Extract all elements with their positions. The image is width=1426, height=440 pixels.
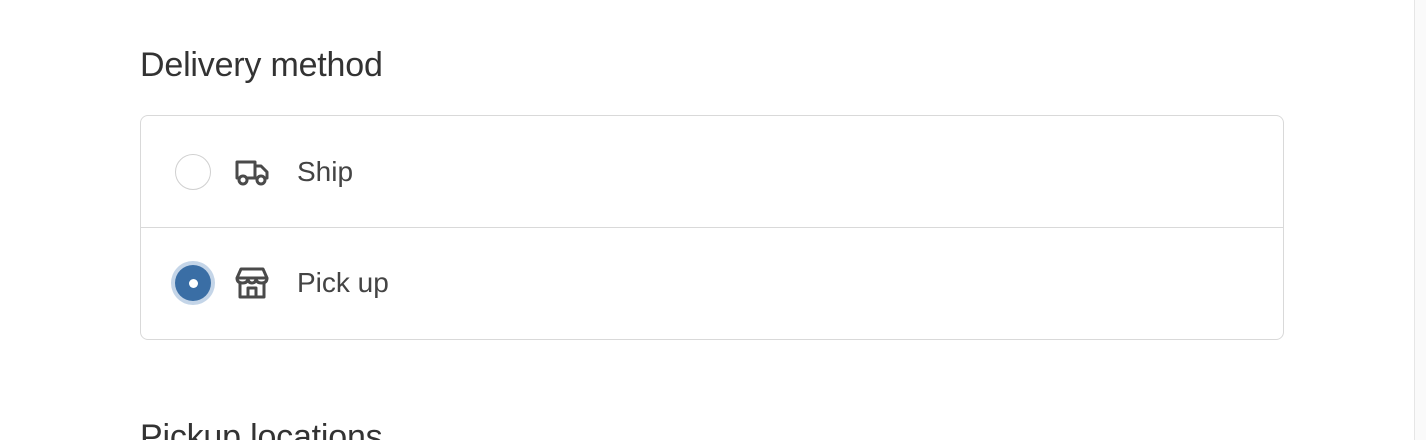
delivery-options-group: Ship Pick up bbox=[140, 115, 1284, 340]
pickup-radio[interactable] bbox=[175, 265, 211, 301]
pickup-label: Pick up bbox=[297, 267, 389, 298]
truck-icon bbox=[234, 154, 270, 190]
pickup-locations-heading: Pickup locations bbox=[140, 418, 383, 440]
store-icon bbox=[234, 265, 270, 301]
delivery-method-heading: Delivery method bbox=[140, 46, 383, 84]
delivery-option-ship[interactable]: Ship bbox=[141, 116, 1283, 227]
ship-radio[interactable] bbox=[175, 153, 211, 190]
checkout-page: Delivery method Ship Pick up Pickup loca… bbox=[0, 0, 1426, 440]
ship-label: Ship bbox=[297, 155, 354, 187]
page-scrollbar[interactable] bbox=[1414, 0, 1426, 440]
delivery-option-pickup[interactable]: Pick up bbox=[141, 227, 1283, 338]
